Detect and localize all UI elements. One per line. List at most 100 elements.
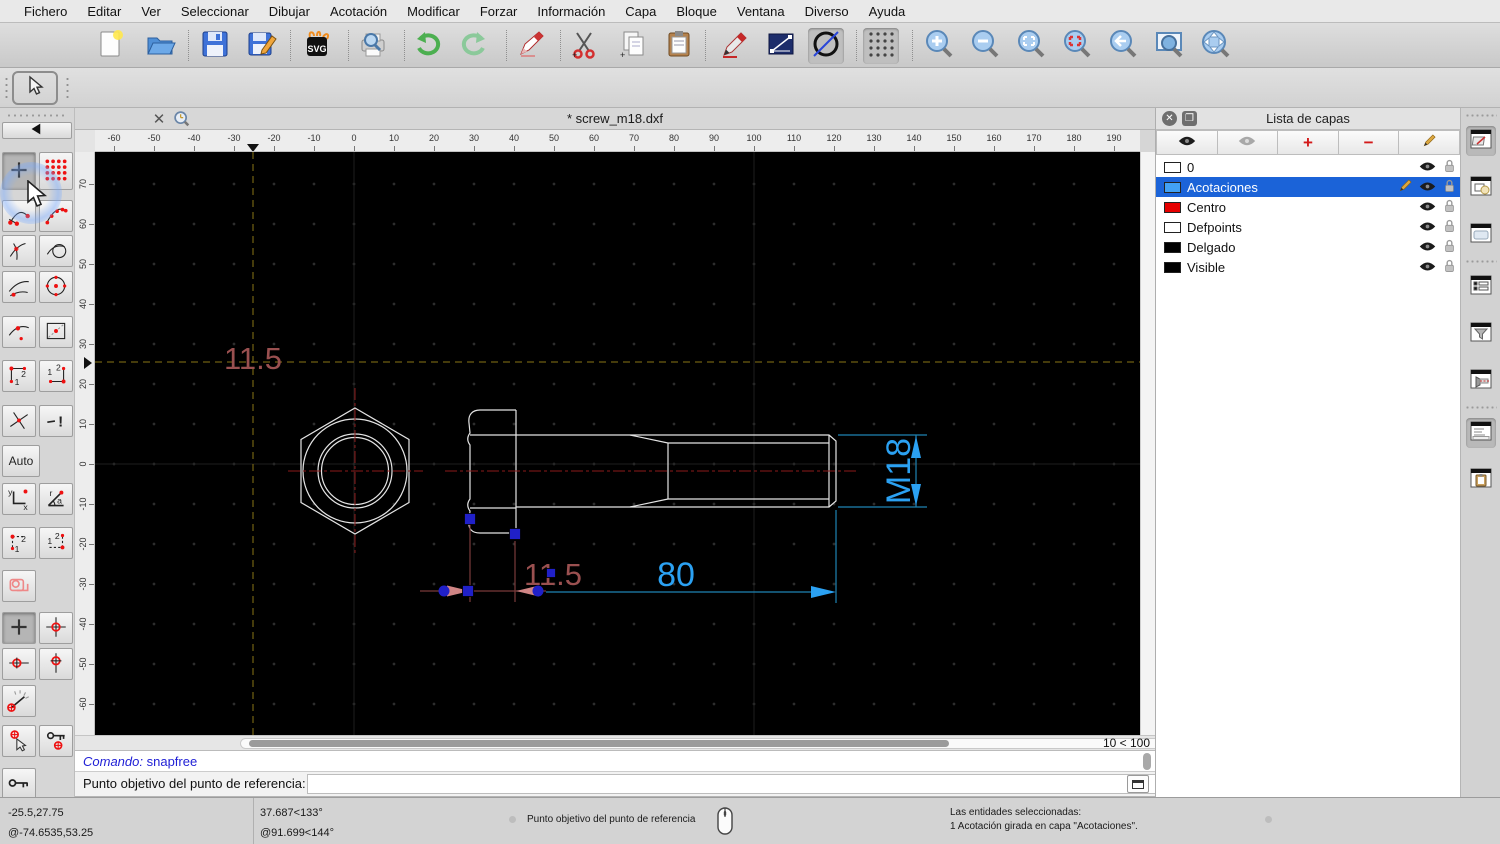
layer-color-swatch[interactable]: [1164, 221, 1181, 233]
line-tool-button[interactable]: [763, 28, 799, 64]
cut-button[interactable]: +: [566, 28, 602, 64]
dock-entity-list-button[interactable]: [1466, 272, 1496, 302]
zoom-previous-button[interactable]: [1105, 28, 1141, 64]
dimension-m18[interactable]: M18: [835, 434, 927, 603]
angle-gauge-button[interactable]: [2, 685, 36, 717]
dock-penetrate-button[interactable]: [1466, 366, 1496, 396]
layer-color-swatch[interactable]: [1164, 241, 1181, 253]
front-centerlines[interactable]: [288, 388, 423, 554]
snap-distance1-button[interactable]: 12: [2, 360, 36, 392]
drawing-canvas[interactable]: 11.5 M18 80: [95, 152, 1140, 735]
zoom-pan-button[interactable]: [1197, 28, 1233, 64]
circle-tool-button[interactable]: [808, 28, 844, 64]
layer-color-swatch[interactable]: [1164, 181, 1181, 193]
redo-button[interactable]: [456, 28, 492, 64]
menu-seleccionar[interactable]: Seleccionar: [171, 4, 259, 19]
snap-free-button[interactable]: [2, 152, 36, 190]
lock-relative-zero-button[interactable]: [39, 725, 73, 757]
snap-auto-button[interactable]: Auto: [2, 445, 40, 477]
layer-visibility-toggle[interactable]: [1416, 180, 1438, 195]
snap-grid-button[interactable]: [39, 152, 73, 190]
snap-selection-button[interactable]: [2, 570, 36, 602]
menu-modificar[interactable]: Modificar: [397, 4, 470, 19]
menu-fichero[interactable]: Fichero: [14, 4, 77, 19]
snap-on-entity-button[interactable]: [39, 200, 73, 232]
sequence2-button[interactable]: 12: [39, 527, 73, 559]
restrict-nothing-button[interactable]: !: [39, 405, 73, 437]
layer-edit-icon[interactable]: [1394, 178, 1416, 196]
dock-library-button[interactable]: [1466, 220, 1496, 250]
dock-filter-button[interactable]: [1466, 319, 1496, 349]
lock-button[interactable]: [2, 768, 36, 800]
delete-button[interactable]: [513, 28, 549, 64]
coord-polar-button[interactable]: ra: [39, 483, 73, 515]
menu-ayuda[interactable]: Ayuda: [859, 4, 916, 19]
command-scrollbar-thumb[interactable]: [1143, 753, 1151, 770]
add-layer-button[interactable]: +: [1278, 130, 1339, 155]
layer-color-swatch[interactable]: [1164, 261, 1181, 273]
menu-capa[interactable]: Capa: [615, 4, 666, 19]
menu-editar[interactable]: Editar: [77, 4, 131, 19]
set-relative-zero-button[interactable]: [39, 612, 73, 644]
layer-row-0[interactable]: 0: [1156, 157, 1460, 177]
layer-row-visible[interactable]: Visible: [1156, 257, 1460, 277]
snap-middle-button[interactable]: [39, 316, 73, 348]
export-svg-button[interactable]: SVG: [299, 28, 335, 64]
layer-color-swatch[interactable]: [1164, 201, 1181, 213]
move-relative-zero-button[interactable]: [2, 725, 36, 757]
zoom-in-button[interactable]: [921, 28, 957, 64]
menu-diverso[interactable]: Diverso: [795, 4, 859, 19]
layer-visibility-toggle[interactable]: [1416, 160, 1438, 175]
snap-tangent-button[interactable]: [2, 271, 36, 303]
print-preview-button[interactable]: [355, 28, 391, 64]
menu-bloque[interactable]: Bloque: [666, 4, 726, 19]
save-button[interactable]: [197, 28, 233, 64]
show-all-layers-button[interactable]: [1156, 130, 1218, 155]
menu-acotacion[interactable]: Acotación: [320, 4, 397, 19]
undo-button[interactable]: [410, 28, 446, 64]
dock-command-button[interactable]: [1466, 418, 1496, 448]
layer-color-swatch[interactable]: [1164, 161, 1181, 173]
layer-lock-toggle[interactable]: [1438, 179, 1460, 196]
layer-visibility-toggle[interactable]: [1416, 220, 1438, 235]
zoom-window-button[interactable]: [1151, 28, 1187, 64]
snap-back-button[interactable]: [2, 122, 72, 139]
save-as-button[interactable]: [244, 28, 280, 64]
menu-dibujar[interactable]: Dibujar: [259, 4, 320, 19]
snap-entity-button[interactable]: [39, 235, 73, 267]
paste-button[interactable]: [661, 28, 697, 64]
layer-lock-toggle[interactable]: [1438, 199, 1460, 216]
snap-intersection-button[interactable]: [2, 235, 36, 267]
snap-intersection-manual-button[interactable]: [2, 405, 36, 437]
sequence1-button[interactable]: 12: [2, 527, 36, 559]
menu-informacion[interactable]: Información: [527, 4, 615, 19]
horizontal-scrollbar-thumb[interactable]: [249, 740, 949, 747]
restrict-horizontal-button[interactable]: [2, 648, 36, 680]
zoom-out-button[interactable]: [967, 28, 1003, 64]
command-detach-button[interactable]: [1127, 775, 1149, 793]
menu-ver[interactable]: Ver: [131, 4, 171, 19]
open-file-button[interactable]: [142, 28, 178, 64]
dock-layer-list-button[interactable]: [1466, 126, 1496, 156]
dock-clipboard-button[interactable]: [1466, 465, 1496, 495]
restrict-vertical-button[interactable]: [39, 648, 73, 680]
new-document-button[interactable]: [93, 28, 129, 64]
copy-button[interactable]: +: [615, 28, 651, 64]
layer-row-defpoints[interactable]: Defpoints: [1156, 217, 1460, 237]
layer-row-centro[interactable]: Centro: [1156, 197, 1460, 217]
menu-ventana[interactable]: Ventana: [727, 4, 795, 19]
draw-pencil-button[interactable]: [717, 28, 753, 64]
layer-visibility-toggle[interactable]: [1416, 200, 1438, 215]
layer-lock-toggle[interactable]: [1438, 219, 1460, 236]
command-input[interactable]: [307, 774, 1200, 794]
grid-toggle-button[interactable]: [863, 28, 899, 64]
snap-distance2-button[interactable]: 12: [39, 360, 73, 392]
layer-lock-toggle[interactable]: [1438, 239, 1460, 256]
zoom-auto-button[interactable]: [1013, 28, 1049, 64]
snap-endpoints-button[interactable]: [2, 200, 36, 232]
coord-cartesian-button[interactable]: yx: [2, 483, 36, 515]
dimension-80[interactable]: 80: [546, 556, 836, 598]
horizontal-scrollbar[interactable]: [240, 738, 1168, 749]
layer-row-acotaciones[interactable]: Acotaciones: [1156, 177, 1460, 197]
dock-block-list-button[interactable]: [1466, 173, 1496, 203]
